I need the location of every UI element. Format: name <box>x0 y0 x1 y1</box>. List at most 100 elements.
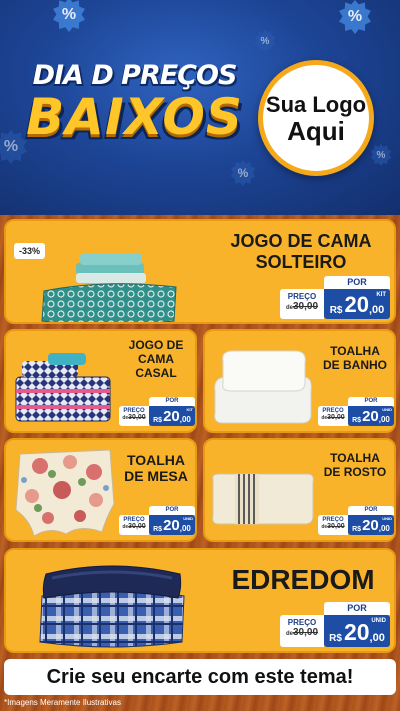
new-price-box: R$ 20 ,00 UNID <box>348 515 394 535</box>
promo-title-line2: BAIXOS <box>26 88 243 146</box>
product-name: TOALHA DE ROSTO <box>317 451 393 480</box>
old-price-value: 30,00 <box>128 523 146 530</box>
old-price: de30,00 <box>318 414 348 421</box>
price-integer: 20 <box>163 517 180 534</box>
percent-badge-icon: % <box>53 0 85 32</box>
store-logo-placeholder: Sua Logo Aqui <box>258 60 374 176</box>
price-tag: POR PREÇO de30,00 R$ 20 ,00 KIT <box>119 397 195 429</box>
old-price: de30,00 <box>280 301 324 312</box>
new-price-box: R$ 20 ,00 KIT <box>149 406 195 426</box>
price-label: PREÇO <box>287 292 317 301</box>
currency: R$ <box>352 526 362 533</box>
price-label: PREÇO <box>322 408 344 414</box>
price-tag: POR PREÇO de30,00 R$ 20 ,00 UNID <box>119 506 195 538</box>
price-decimal: ,00 <box>179 415 191 424</box>
old-price-box: PREÇO de30,00 <box>280 289 324 319</box>
new-price-box: R$ 20 ,00 UNID <box>149 515 195 535</box>
percent-badge-icon: % <box>230 160 256 186</box>
old-price-box: PREÇO de30,00 <box>318 406 348 426</box>
promo-title: DIA D PREÇOS BAIXOS <box>12 60 257 146</box>
call-to-action-text: Crie seu encarte com este tema! <box>46 665 354 688</box>
old-price-value: 30,00 <box>327 523 345 530</box>
logo-line1: Sua Logo <box>265 92 367 117</box>
percent-badge-icon: % <box>339 0 371 34</box>
tablecloth-image <box>15 449 115 537</box>
product-card-toalha-rosto[interactable]: TOALHA DE ROSTO POR PREÇO de30,00 R$ 20 … <box>203 438 396 542</box>
product-name-line1: TOALHA <box>126 452 186 468</box>
new-price-box: R$ 20 ,00 UNID <box>324 615 390 647</box>
logo-line2: Aqui <box>287 116 345 146</box>
price-label: PREÇO <box>287 618 317 627</box>
product-name: TOALHA DE MESA <box>118 452 194 484</box>
old-price: de30,00 <box>280 627 324 638</box>
promo-header: % % % % % % DIA D PREÇOS BAIXOS Sua Logo… <box>0 0 400 215</box>
product-name-line2: DE MESA <box>124 468 188 485</box>
bedding-set-image <box>41 253 177 322</box>
old-price: de30,00 <box>119 414 149 421</box>
old-price-value: 30,00 <box>292 301 319 312</box>
price-tag: POR PREÇO de30,00 R$ 20 ,00 KIT <box>280 276 390 322</box>
comforter-image <box>39 565 185 648</box>
product-name-line1: JOGO DE CAMA <box>230 231 372 251</box>
old-price: de30,00 <box>119 523 149 530</box>
promo-title-line1: DIA D PREÇOS <box>32 60 238 91</box>
product-name-line2: DE ROSTO <box>323 464 387 479</box>
price-integer: 20 <box>344 292 369 317</box>
new-price-box: R$ 20 ,00 KIT <box>324 289 390 319</box>
product-name: JOGO DE CAMA CASAL <box>118 338 194 380</box>
product-card-toalha-banho[interactable]: TOALHA DE BANHO POR PREÇO de30,00 R$ 20 … <box>203 329 396 433</box>
product-name: JOGO DE CAMA SOLTEIRO <box>216 231 386 272</box>
old-price-value: 30,00 <box>128 414 146 421</box>
product-name-line2: SOLTEIRO <box>255 251 347 272</box>
bedding-set-image <box>15 353 111 422</box>
currency: R$ <box>153 417 163 424</box>
bath-towel-image <box>214 350 312 424</box>
percent-badge-icon: % <box>370 144 392 166</box>
old-price-prefix: de <box>285 631 293 637</box>
price-decimal: ,00 <box>369 632 385 644</box>
por-label: POR <box>348 506 394 515</box>
price-tag: POR PREÇO de30,00 R$ 20 ,00 UNID <box>318 397 394 429</box>
face-towel-image <box>212 473 314 525</box>
product-name-line1: EDREDOM <box>231 564 375 595</box>
currency: R$ <box>329 305 343 316</box>
por-label: POR <box>149 397 195 406</box>
price-integer: 20 <box>163 408 180 425</box>
old-price: de30,00 <box>318 523 348 530</box>
product-name-line1: TOALHA <box>330 451 380 465</box>
price-integer: 20 <box>343 619 370 645</box>
disclaimer-text: *Imagens Meramente Ilustrativas <box>4 698 121 707</box>
percent-badge-icon: % <box>254 30 276 52</box>
product-name-line1: JOGO DE <box>128 338 184 352</box>
old-price-box: PREÇO de30,00 <box>318 515 348 535</box>
new-price-box: R$ 20 ,00 UNID <box>348 406 394 426</box>
old-price-box: PREÇO de30,00 <box>280 615 324 647</box>
product-card-jogo-cama-casal[interactable]: JOGO DE CAMA CASAL POR PREÇO de30,00 R$ … <box>4 329 197 433</box>
por-label: POR <box>324 276 390 289</box>
price-label: PREÇO <box>123 408 145 414</box>
currency: R$ <box>153 526 163 533</box>
price-unit: UNID <box>382 407 392 412</box>
por-label: POR <box>149 506 195 515</box>
price-decimal: ,00 <box>378 524 390 533</box>
price-integer: 20 <box>362 408 379 425</box>
price-tag: POR PREÇO de30,00 R$ 20 ,00 UNID <box>318 506 394 538</box>
product-card-toalha-mesa[interactable]: TOALHA DE MESA POR PREÇO de30,00 R$ 20 ,… <box>4 438 197 542</box>
product-name-line3: CASAL <box>135 365 177 380</box>
price-tag: POR PREÇO de30,00 R$ 20 ,00 UNID <box>280 602 390 650</box>
product-card-jogo-cama-solteiro[interactable]: -33% JOGO DE CAMA SOLTEIRO POR PREÇO de3… <box>4 219 396 324</box>
product-name-line2: CAMA <box>138 351 174 366</box>
price-integer: 20 <box>362 517 379 534</box>
product-name-line1: TOALHA <box>330 344 380 358</box>
old-price-prefix: de <box>285 305 293 311</box>
currency: R$ <box>352 417 362 424</box>
price-unit: KIT <box>186 407 193 412</box>
currency: R$ <box>329 633 342 644</box>
price-decimal: ,00 <box>368 304 385 316</box>
price-decimal: ,00 <box>179 524 191 533</box>
call-to-action-banner[interactable]: Crie seu encarte com este tema! <box>4 659 396 695</box>
por-label: POR <box>324 602 390 615</box>
product-name-line2: DE BANHO <box>322 357 387 372</box>
product-card-edredom[interactable]: EDREDOM POR PREÇO de30,00 R$ 20 ,00 UNID <box>4 548 396 653</box>
price-decimal: ,00 <box>378 415 390 424</box>
